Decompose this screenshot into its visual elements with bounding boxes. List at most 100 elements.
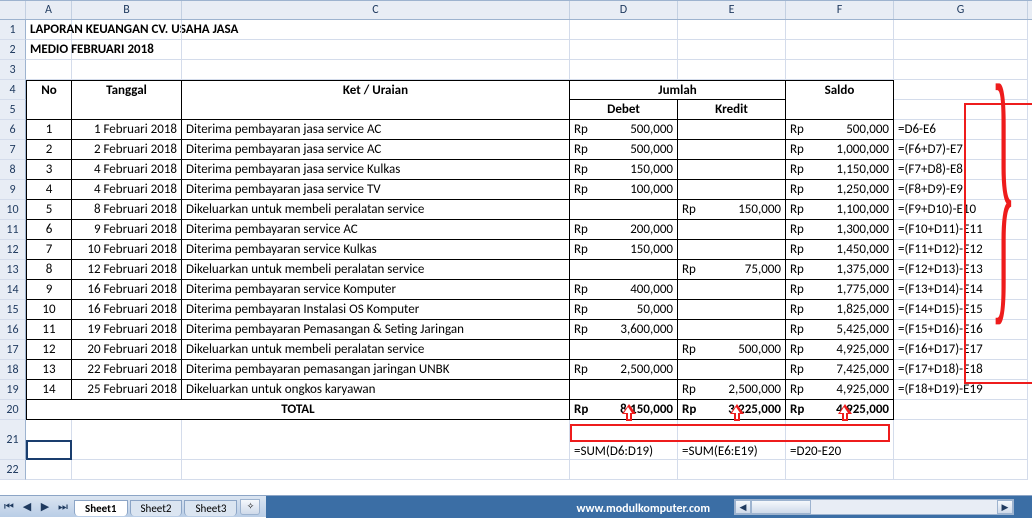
cell-saldo[interactable]: Rp1,775,000 (786, 280, 894, 300)
cell-debet[interactable]: Rp400,000 (570, 280, 678, 300)
scroll-left-icon[interactable]: ◀ (735, 500, 751, 514)
cell-saldo[interactable]: Rp1,450,000 (786, 240, 894, 260)
row-header[interactable]: 12 (0, 240, 26, 260)
cell-kredit[interactable]: Rp2,500,000 (678, 380, 786, 400)
cell-ket[interactable]: Dikeluarkan untuk membeli peralatan serv… (182, 340, 570, 360)
cell-saldo[interactable]: Rp4,925,000 (786, 380, 894, 400)
cell-saldo[interactable]: Rp7,425,000 (786, 360, 894, 380)
row-header[interactable]: 2 (0, 40, 26, 60)
cell-kredit[interactable] (678, 120, 786, 140)
cell-kredit[interactable] (678, 160, 786, 180)
col-header-a[interactable]: A (26, 1, 72, 19)
row-header[interactable]: 10 (0, 200, 26, 220)
cell-debet[interactable]: Rp100,000 (570, 180, 678, 200)
cell-ket[interactable]: Diterima pembayaran Pemasangan & Seting … (182, 320, 570, 340)
scroll-track[interactable] (751, 500, 997, 514)
cell[interactable] (786, 60, 894, 80)
header-jumlah[interactable]: Jumlah (570, 80, 786, 100)
cell-kredit[interactable] (678, 280, 786, 300)
cell-tanggal[interactable]: 12 Februari 2018 (72, 260, 182, 280)
cell-no[interactable]: 8 (26, 260, 72, 280)
cell[interactable] (182, 60, 570, 80)
tab-nav-last-icon[interactable]: ⏭ (54, 498, 72, 516)
new-sheet-button[interactable]: ✧ (240, 499, 260, 515)
cell-debet[interactable]: Rp500,000 (570, 140, 678, 160)
cell-saldo[interactable]: Rp1,300,000 (786, 220, 894, 240)
cell[interactable] (894, 460, 1028, 480)
cell[interactable] (570, 40, 678, 60)
cell[interactable] (786, 460, 894, 480)
cell[interactable] (72, 420, 182, 460)
cell-tanggal[interactable]: 22 Februari 2018 (72, 360, 182, 380)
cell-debet[interactable]: Rp50,000 (570, 300, 678, 320)
cell-saldo[interactable]: Rp1,000,000 (786, 140, 894, 160)
row-header[interactable]: 20 (0, 400, 26, 420)
header-ket[interactable]: Ket / Uraian (182, 80, 570, 100)
cell-ket[interactable]: Diterima pembayaran pemasangan jaringan … (182, 360, 570, 380)
cell-kredit[interactable]: Rp500,000 (678, 340, 786, 360)
header-kredit[interactable]: Kredit (678, 100, 786, 120)
row-header[interactable]: 4 (0, 80, 26, 100)
cell-debet[interactable]: Rp150,000 (570, 240, 678, 260)
cell-ket[interactable]: Diterima pembayaran jasa service AC (182, 120, 570, 140)
row-header[interactable]: 1 (0, 20, 26, 40)
cell[interactable] (72, 60, 182, 80)
cell-tanggal[interactable]: 20 Februari 2018 (72, 340, 182, 360)
cell-ket[interactable]: Dikeluarkan untuk ongkos karyawan (182, 380, 570, 400)
col-header-c[interactable]: C (182, 1, 570, 19)
col-header-e[interactable]: E (678, 1, 786, 19)
cell-debet[interactable]: Rp3,600,000 (570, 320, 678, 340)
cell-debet[interactable]: Rp150,000 (570, 160, 678, 180)
cell[interactable] (894, 420, 1028, 460)
cell[interactable] (182, 100, 570, 120)
row-header[interactable]: 22 (0, 460, 26, 480)
cell-tanggal[interactable]: 8 Februari 2018 (72, 200, 182, 220)
row-header[interactable]: 3 (0, 60, 26, 80)
cell-no[interactable]: 4 (26, 180, 72, 200)
row-header[interactable]: 13 (0, 260, 26, 280)
col-header-f[interactable]: F (786, 1, 894, 19)
sheet-tab-2[interactable]: Sheet2 (130, 500, 183, 516)
tab-nav-next-icon[interactable]: ▶ (36, 498, 54, 516)
cell-title[interactable]: LAPORAN KEUANGAN CV. USAHA JASA (26, 20, 72, 40)
cell-no[interactable]: 10 (26, 300, 72, 320)
cell[interactable] (678, 20, 786, 40)
cell-ket[interactable]: Diterima pembayaran jasa service AC (182, 140, 570, 160)
cell-tanggal[interactable]: 16 Februari 2018 (72, 280, 182, 300)
cell[interactable] (570, 60, 678, 80)
cell-tanggal[interactable]: 16 Februari 2018 (72, 300, 182, 320)
cell[interactable] (26, 460, 72, 480)
cell-kredit[interactable] (678, 360, 786, 380)
header-no[interactable]: No (26, 80, 72, 100)
cell-tanggal[interactable]: 19 Februari 2018 (72, 320, 182, 340)
cell-debet[interactable]: Rp2,500,000 (570, 360, 678, 380)
cell[interactable] (786, 20, 894, 40)
cell-no[interactable]: 12 (26, 340, 72, 360)
cell-saldo[interactable]: Rp1,150,000 (786, 160, 894, 180)
cell[interactable] (678, 460, 786, 480)
cell-debet[interactable]: Rp500,000 (570, 120, 678, 140)
row-header[interactable]: 15 (0, 300, 26, 320)
cell-saldo[interactable]: Rp1,100,000 (786, 200, 894, 220)
cell-kredit[interactable]: Rp75,000 (678, 260, 786, 280)
cell-kredit[interactable] (678, 320, 786, 340)
select-all-corner[interactable] (0, 1, 26, 19)
col-header-b[interactable]: B (72, 1, 182, 19)
cell-ket[interactable]: Diterima pembayaran service Kulkas (182, 240, 570, 260)
cell-debet[interactable]: Rp200,000 (570, 220, 678, 240)
cell[interactable] (72, 40, 182, 60)
cell-saldo[interactable]: Rp5,425,000 (786, 320, 894, 340)
cell-tanggal[interactable]: 25 Februari 2018 (72, 380, 182, 400)
header-saldo[interactable]: Saldo (786, 80, 894, 100)
cell[interactable] (894, 400, 1028, 420)
cell[interactable] (72, 100, 182, 120)
cell-tanggal[interactable]: 9 Februari 2018 (72, 220, 182, 240)
cell-kredit[interactable] (678, 140, 786, 160)
row-header[interactable]: 17 (0, 340, 26, 360)
cell[interactable] (182, 420, 570, 460)
horizontal-scrollbar[interactable]: ◀ ▶ (734, 499, 1014, 515)
cell-total-label[interactable]: TOTAL (26, 400, 570, 420)
header-debet[interactable]: Debet (570, 100, 678, 120)
cell-kredit[interactable]: Rp150,000 (678, 200, 786, 220)
cell-no[interactable]: 13 (26, 360, 72, 380)
